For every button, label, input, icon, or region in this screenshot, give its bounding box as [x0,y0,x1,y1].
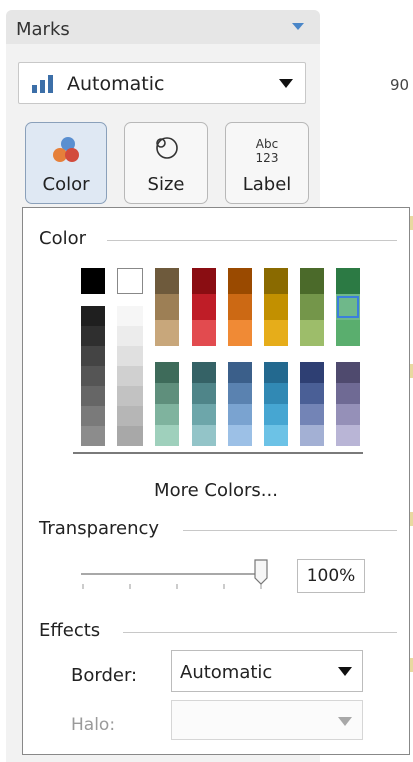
chevron-down-icon [279,79,293,88]
color-swatch[interactable] [228,268,252,294]
section-divider [183,530,397,531]
color-swatch[interactable] [81,268,105,294]
color-swatch[interactable] [336,268,360,294]
color-swatch[interactable] [300,425,324,446]
color-popup: Color More Colors... Transparency 100% E… [22,207,410,755]
color-swatch[interactable] [228,404,252,425]
selected-swatch-highlight [337,296,359,318]
color-swatch[interactable] [336,404,360,425]
size-button-label: Size [147,174,185,195]
color-swatch[interactable] [336,383,360,404]
color-swatch[interactable] [192,425,216,446]
color-swatch[interactable] [300,383,324,404]
color-swatch[interactable] [155,320,179,346]
color-swatch[interactable] [228,383,252,404]
border-label: Border: [71,665,138,686]
color-swatch[interactable] [117,386,143,406]
color-swatch[interactable] [192,268,216,294]
size-button[interactable]: Size [124,122,208,204]
slider-ticks [82,584,262,589]
color-swatch[interactable] [264,268,288,294]
color-swatch[interactable] [81,386,105,406]
color-swatch[interactable] [264,404,288,425]
abc-text: Abc [256,137,278,151]
border-value: Automatic [180,662,273,683]
color-swatch[interactable] [264,320,288,346]
slider-thumb[interactable] [254,559,268,585]
color-dots-icon [53,137,79,162]
section-divider [123,632,397,633]
color-swatch[interactable] [117,426,143,446]
color-swatch[interactable] [192,362,216,383]
bar-chart-icon [32,75,53,93]
color-swatch[interactable] [300,268,324,294]
label-button[interactable]: Abc 123 Label [225,122,309,204]
axis-tick-label: 90 [390,76,410,94]
more-colors-link[interactable]: More Colors... [23,480,409,501]
color-swatch[interactable] [228,320,252,346]
color-swatch[interactable] [81,366,105,386]
color-swatch[interactable] [81,326,105,346]
size-circles-icon [156,137,178,159]
section-title-effects: Effects [39,620,107,641]
marks-title: Marks [16,19,70,40]
transparency-value[interactable]: 100% [297,559,365,593]
color-swatch[interactable] [192,294,216,320]
color-swatch[interactable] [192,320,216,346]
color-swatch[interactable] [300,294,324,320]
color-swatch[interactable] [155,425,179,446]
color-swatch[interactable] [336,362,360,383]
transparency-slider[interactable] [79,556,279,596]
color-swatch[interactable] [228,362,252,383]
color-swatch[interactable] [192,404,216,425]
color-swatch[interactable] [228,425,252,446]
color-swatch[interactable] [300,362,324,383]
color-swatch[interactable] [117,306,143,326]
marks-header: Marks [6,10,320,44]
label-button-label: Label [242,174,292,195]
chevron-down-icon [338,667,352,676]
color-swatch[interactable] [264,294,288,320]
color-swatch[interactable] [155,268,179,294]
num-text: 123 [256,151,279,165]
color-palette [23,208,411,468]
color-swatch[interactable] [81,306,105,326]
palette-baseline [73,452,363,454]
color-swatch[interactable] [81,346,105,366]
color-swatch[interactable] [117,326,143,346]
color-swatch[interactable] [117,366,143,386]
mark-type-dropdown[interactable]: Automatic [18,62,306,104]
color-swatch[interactable] [155,294,179,320]
color-swatch[interactable] [81,406,105,426]
color-button-label: Color [42,174,90,195]
halo-dropdown [171,700,363,740]
color-swatch[interactable] [300,404,324,425]
chevron-down-icon [338,717,352,726]
color-swatch[interactable] [228,294,252,320]
section-title-transparency: Transparency [39,518,166,539]
color-swatch[interactable] [336,320,360,346]
color-swatch[interactable] [300,320,324,346]
border-dropdown[interactable]: Automatic [171,650,363,692]
color-swatch[interactable] [192,383,216,404]
color-swatch[interactable] [117,346,143,366]
color-button[interactable]: Color [25,122,107,204]
color-swatch[interactable] [117,268,143,294]
color-swatch[interactable] [155,362,179,383]
color-swatch[interactable] [264,425,288,446]
color-swatch[interactable] [155,383,179,404]
collapse-arrow-icon[interactable] [290,18,306,34]
halo-label: Halo: [71,715,116,735]
color-swatch[interactable] [81,426,105,446]
color-swatch[interactable] [155,404,179,425]
color-swatch[interactable] [264,383,288,404]
color-swatch[interactable] [336,425,360,446]
mark-type-value: Automatic [67,73,165,95]
color-swatch[interactable] [264,362,288,383]
abc-123-icon: Abc 123 [256,137,279,165]
color-swatch[interactable] [117,406,143,426]
